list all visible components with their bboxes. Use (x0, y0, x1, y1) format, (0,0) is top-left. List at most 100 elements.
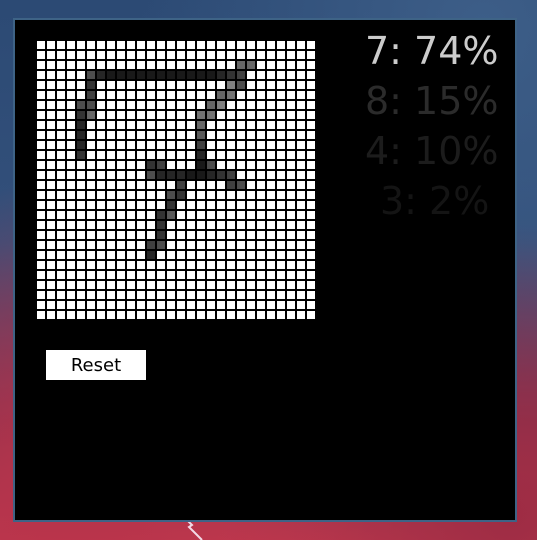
grid-cell[interactable] (87, 41, 95, 49)
grid-cell[interactable] (67, 291, 75, 299)
grid-cell[interactable] (267, 171, 275, 179)
grid-cell[interactable] (47, 71, 55, 79)
grid-cell[interactable] (57, 121, 65, 129)
grid-cell[interactable] (87, 221, 95, 229)
grid-cell[interactable] (307, 71, 315, 79)
grid-cell[interactable] (147, 141, 155, 149)
grid-cell[interactable] (287, 161, 295, 169)
grid-cell[interactable] (77, 201, 85, 209)
grid-cell[interactable] (137, 41, 145, 49)
grid-cell[interactable] (67, 271, 75, 279)
grid-cell[interactable] (217, 311, 225, 319)
grid-cell[interactable] (167, 311, 175, 319)
grid-cell[interactable] (267, 41, 275, 49)
grid-cell[interactable] (177, 291, 185, 299)
grid-cell[interactable] (297, 101, 305, 109)
grid-cell-inked[interactable] (177, 171, 185, 179)
grid-cell[interactable] (247, 131, 255, 139)
grid-cell[interactable] (167, 271, 175, 279)
grid-cell[interactable] (137, 101, 145, 109)
grid-cell[interactable] (147, 281, 155, 289)
grid-cell[interactable] (237, 171, 245, 179)
grid-cell[interactable] (87, 211, 95, 219)
grid-cell[interactable] (57, 211, 65, 219)
grid-cell[interactable] (107, 121, 115, 129)
grid-cell[interactable] (107, 41, 115, 49)
grid-cell[interactable] (237, 281, 245, 289)
grid-cell[interactable] (237, 311, 245, 319)
grid-cell[interactable] (307, 141, 315, 149)
grid-cell[interactable] (37, 71, 45, 79)
grid-cell[interactable] (107, 51, 115, 59)
grid-cell[interactable] (177, 201, 185, 209)
grid-cell[interactable] (247, 51, 255, 59)
grid-cell[interactable] (47, 191, 55, 199)
grid-cell-inked[interactable] (87, 91, 95, 99)
grid-cell-inked[interactable] (187, 171, 195, 179)
grid-cell[interactable] (277, 101, 285, 109)
grid-cell-inked[interactable] (197, 151, 205, 159)
grid-cell[interactable] (197, 91, 205, 99)
grid-cell[interactable] (97, 291, 105, 299)
grid-cell[interactable] (247, 281, 255, 289)
grid-cell[interactable] (217, 191, 225, 199)
grid-cell[interactable] (147, 101, 155, 109)
grid-cell[interactable] (307, 51, 315, 59)
grid-cell[interactable] (277, 81, 285, 89)
grid-cell[interactable] (237, 101, 245, 109)
grid-cell[interactable] (97, 131, 105, 139)
grid-cell-inked[interactable] (167, 201, 175, 209)
grid-cell[interactable] (177, 301, 185, 309)
grid-cell[interactable] (147, 61, 155, 69)
grid-cell[interactable] (97, 81, 105, 89)
grid-cell[interactable] (307, 61, 315, 69)
grid-cell[interactable] (197, 281, 205, 289)
grid-cell[interactable] (47, 291, 55, 299)
grid-cell[interactable] (77, 271, 85, 279)
grid-cell[interactable] (137, 121, 145, 129)
grid-cell[interactable] (37, 291, 45, 299)
grid-cell-inked[interactable] (77, 101, 85, 109)
grid-cell-inked[interactable] (147, 171, 155, 179)
grid-cell[interactable] (267, 231, 275, 239)
grid-cell[interactable] (187, 221, 195, 229)
grid-cell[interactable] (47, 281, 55, 289)
grid-cell[interactable] (117, 221, 125, 229)
grid-cell-inked[interactable] (207, 71, 215, 79)
grid-cell[interactable] (207, 281, 215, 289)
grid-cell[interactable] (137, 241, 145, 249)
grid-cell[interactable] (217, 181, 225, 189)
grid-cell[interactable] (127, 91, 135, 99)
grid-cell-inked[interactable] (217, 101, 225, 109)
grid-cell-inked[interactable] (217, 171, 225, 179)
grid-cell[interactable] (237, 261, 245, 269)
grid-cell[interactable] (97, 261, 105, 269)
grid-cell[interactable] (207, 271, 215, 279)
grid-cell[interactable] (297, 111, 305, 119)
grid-cell[interactable] (67, 221, 75, 229)
grid-cell[interactable] (287, 151, 295, 159)
grid-cell[interactable] (287, 121, 295, 129)
grid-cell[interactable] (107, 241, 115, 249)
grid-cell[interactable] (277, 141, 285, 149)
grid-cell[interactable] (257, 201, 265, 209)
grid-cell[interactable] (117, 151, 125, 159)
grid-cell[interactable] (207, 131, 215, 139)
grid-cell[interactable] (97, 121, 105, 129)
grid-cell[interactable] (167, 241, 175, 249)
grid-cell[interactable] (187, 51, 195, 59)
grid-cell[interactable] (237, 211, 245, 219)
grid-cell[interactable] (267, 191, 275, 199)
grid-cell[interactable] (157, 281, 165, 289)
grid-cell[interactable] (87, 151, 95, 159)
grid-cell-inked[interactable] (197, 141, 205, 149)
grid-cell[interactable] (117, 181, 125, 189)
grid-cell[interactable] (67, 121, 75, 129)
grid-cell[interactable] (217, 221, 225, 229)
grid-cell[interactable] (77, 61, 85, 69)
grid-cell[interactable] (257, 291, 265, 299)
grid-cell[interactable] (57, 231, 65, 239)
grid-cell[interactable] (217, 41, 225, 49)
grid-cell[interactable] (207, 231, 215, 239)
grid-cell[interactable] (47, 201, 55, 209)
